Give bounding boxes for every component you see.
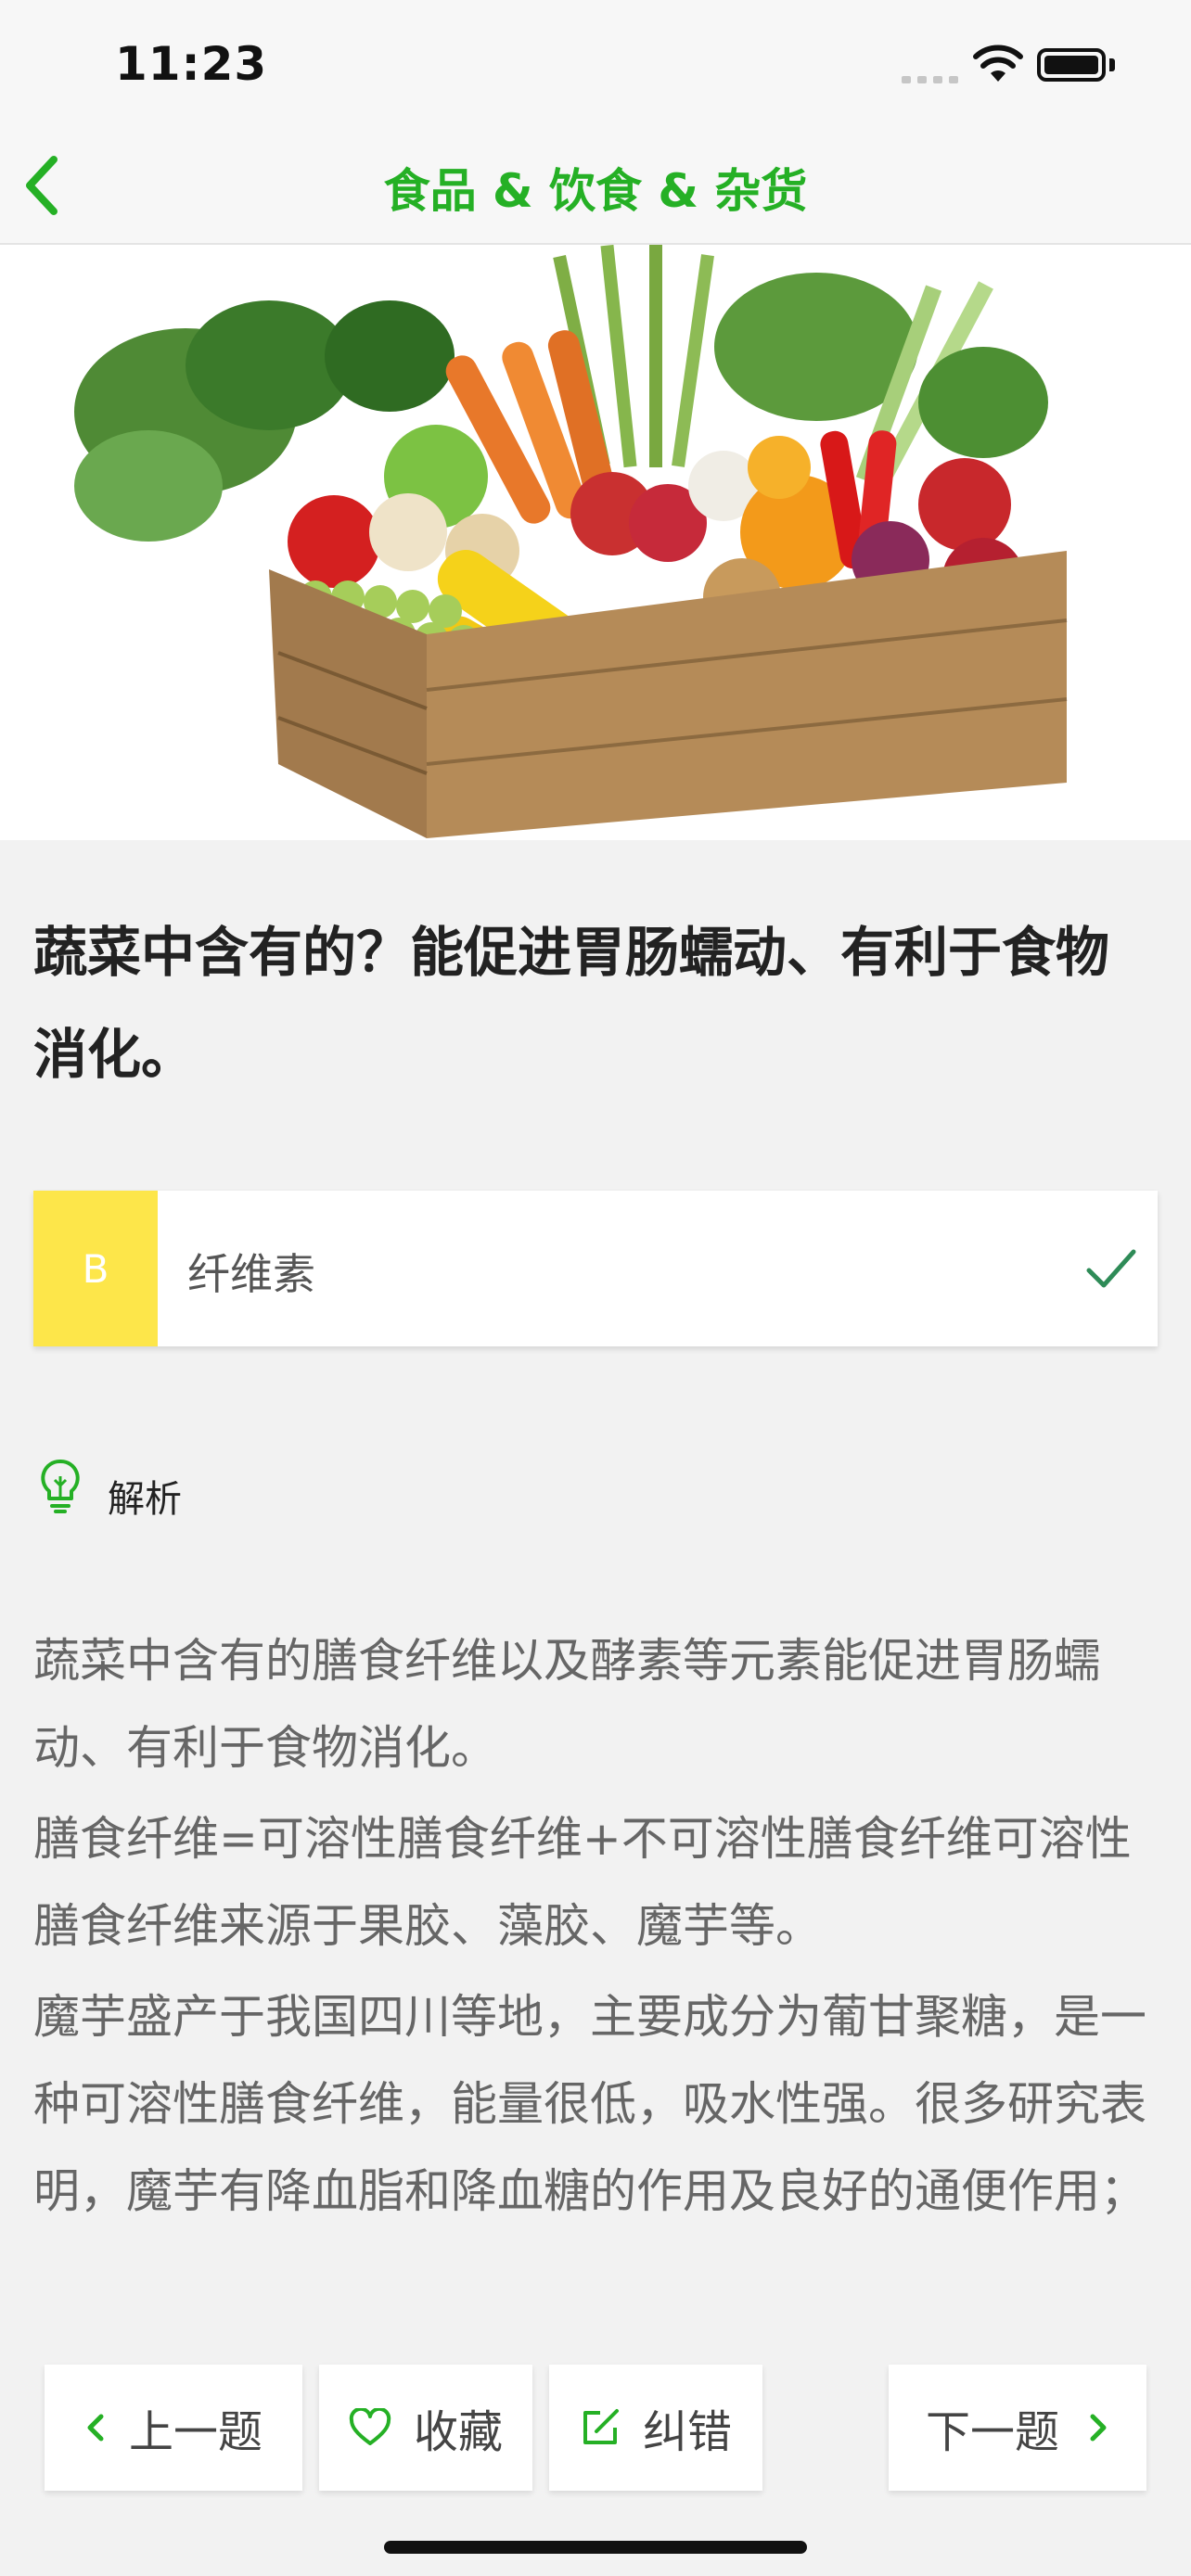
chevron-right-icon — [1090, 2414, 1107, 2442]
option-letter: B — [33, 1191, 158, 1346]
battery-icon — [1037, 48, 1106, 82]
analysis-paragraph: 膳食纤维=可溶性膳食纤维+不可溶性膳食纤维可溶性膳食纤维来源于果胶、藻胶、魔芋等… — [33, 1812, 1132, 1953]
analysis-paragraph: 魔芋盛产于我国四川等地，主要成分为葡甘聚糖，是一种可溶性膳食纤维，能量很低，吸水… — [33, 1990, 1146, 2218]
analysis-body: 蔬菜中含有的膳食纤维以及酵素等元素能促进胃肠蠕动、有利于食物消化。 膳食纤维=可… — [33, 1617, 1158, 2238]
wifi-icon — [973, 45, 1023, 82]
status-bar: 11:23 — [0, 0, 1191, 130]
chevron-left-icon — [87, 2414, 104, 2442]
report-error-label: 纠错 — [642, 2406, 732, 2458]
previous-question-label: 上一题 — [128, 2406, 263, 2458]
next-question-label: 下一题 — [925, 2406, 1059, 2458]
status-time: 11:23 — [115, 37, 268, 91]
heart-icon — [349, 2408, 391, 2445]
favorite-label: 收藏 — [413, 2406, 503, 2458]
question-text: 蔬菜中含有的？能促进胃肠蠕动、有利于食物消化。 — [33, 921, 1110, 1086]
analysis-paragraph: 蔬菜中含有的膳食纤维以及酵素等元素能促进胃肠蠕动、有利于食物消化。 — [33, 1634, 1100, 1775]
report-error-button[interactable]: 纠错 — [549, 2365, 762, 2491]
signal-icon — [902, 74, 959, 83]
edit-icon — [583, 2409, 619, 2444]
nav-bar: 食品 & 饮食 & 杂货 — [0, 130, 1191, 245]
check-icon — [1086, 1249, 1136, 1288]
answer-option[interactable]: B 纤维素 — [33, 1191, 1158, 1346]
vegetable-crate-illustration — [0, 245, 1191, 840]
hero-image — [0, 245, 1191, 840]
page-title: 食品 & 饮食 & 杂货 — [383, 164, 808, 218]
analysis-title: 解析 — [108, 1478, 182, 1521]
option-text: 纤维素 — [187, 1249, 315, 1299]
next-question-button[interactable]: 下一题 — [889, 2365, 1146, 2491]
favorite-button[interactable]: 收藏 — [319, 2365, 532, 2491]
lightbulb-icon — [41, 1459, 80, 1513]
battery-tip — [1109, 58, 1115, 71]
home-indicator[interactable] — [384, 2541, 807, 2554]
previous-question-button[interactable]: 上一题 — [45, 2365, 302, 2491]
